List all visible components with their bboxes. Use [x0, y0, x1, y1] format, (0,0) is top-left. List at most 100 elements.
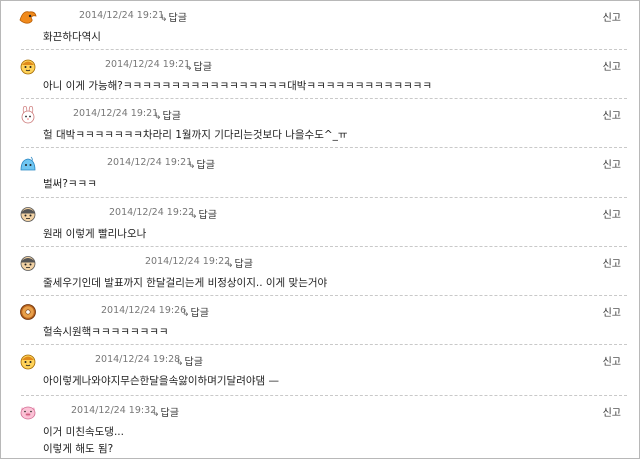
comment-meta: 2014/12/24 19:22 ↳답글 신고 [15, 204, 627, 222]
comment-date: 2014/12/24 19:22 [109, 207, 195, 218]
report-button[interactable]: 신고 [603, 206, 621, 221]
comment-item: 2014/12/24 19:21 ↳답글 신고 아니 이게 가능해?ㅋㅋㅋㅋㅋㅋ… [15, 56, 627, 99]
reply-button[interactable]: ↳답글 [185, 58, 212, 73]
ninja-face-icon [19, 205, 37, 223]
orange-phoenix-icon [19, 8, 37, 26]
reply-label: 답글 [160, 408, 179, 419]
comment-text: 헐속시원핵ㅋㅋㅋㅋㅋㅋㅋㅋ [43, 326, 169, 338]
divider [21, 49, 627, 50]
reply-label: 답글 [193, 62, 212, 73]
pink-pig-icon [19, 403, 37, 421]
report-button[interactable]: 신고 [603, 107, 621, 122]
divider [21, 246, 627, 247]
comment-item: 2014/12/24 19:32 ↳답글 신고 이거 미친속도댕... 이렇게 … [15, 402, 627, 458]
divider [21, 295, 627, 296]
comment-item: 2014/12/24 19:21 ↳답글 신고 헐 대박ㅋㅋㅋㅋㅋㅋㅋ차라리 1… [15, 105, 627, 148]
reply-arrow-icon: ↳ [190, 211, 198, 221]
comment-date: 2014/12/24 19:26 [101, 305, 187, 316]
comment-date: 2014/12/24 19:21 [107, 157, 193, 168]
divider [21, 147, 627, 148]
reply-button[interactable]: ↳답글 [226, 255, 253, 270]
reply-arrow-icon: ↳ [185, 63, 193, 73]
reply-button[interactable]: ↳답글 [176, 353, 203, 368]
reply-button[interactable]: ↳답글 [182, 304, 209, 319]
divider [21, 197, 627, 198]
ninja-face-icon [19, 254, 37, 272]
reply-label: 답글 [196, 160, 215, 171]
comment-list: 2014/12/24 19:21 ↳답글 신고 화끈하다역시 2014/12/2… [0, 0, 640, 459]
reply-label: 답글 [190, 308, 209, 319]
comment-meta: 2014/12/24 19:21 ↳답글 신고 [15, 154, 627, 172]
comment-item: 2014/12/24 19:22 ↳답글 신고 원래 이렇게 빨리나오나 [15, 204, 627, 247]
divider [21, 344, 627, 345]
comment-text: 헐 대박ㅋㅋㅋㅋㅋㅋㅋ차라리 1월까지 기다리는것보다 나을수도^_ㅠ [43, 129, 348, 141]
reply-label: 답글 [162, 111, 181, 122]
white-rabbit-icon [19, 105, 37, 124]
comment-date: 2014/12/24 19:21 [73, 108, 159, 119]
comment-body: 원래 이렇게 빨리나오나 [43, 226, 146, 243]
reply-button[interactable]: ↳답글 [190, 206, 217, 221]
comment-meta: 2014/12/24 19:28 ↳답글 신고 [15, 351, 627, 370]
reply-arrow-icon: ↳ [188, 161, 196, 171]
reply-button[interactable]: ↳답글 [160, 9, 187, 24]
reply-label: 답글 [184, 357, 203, 368]
comment-body: 헐 대박ㅋㅋㅋㅋㅋㅋㅋ차라리 1월까지 기다리는것보다 나을수도^_ㅠ [43, 127, 348, 144]
reply-arrow-icon: ↳ [154, 112, 162, 122]
comment-item: 2014/12/24 19:21 ↳답글 신고 벌써?ㅋㅋㅋ [15, 154, 627, 198]
comment-meta: 2014/12/24 19:21 ↳답글 신고 [15, 7, 627, 25]
reply-label: 답글 [198, 210, 217, 221]
report-button[interactable]: 신고 [603, 353, 621, 368]
comment-body: 이거 미친속도댕... 이렇게 해도 됨? [43, 424, 124, 458]
comment-meta: 2014/12/24 19:22 ↳답글 신고 [15, 253, 627, 271]
donut-icon [19, 303, 37, 321]
comment-item: 2014/12/24 19:28 ↳답글 신고 아이렇게나와야지무슨한달을속앓이… [15, 351, 627, 396]
report-button[interactable]: 신고 [603, 304, 621, 319]
reply-label: 답글 [168, 13, 187, 24]
comment-body: 벌써?ㅋㅋㅋ [43, 176, 97, 193]
comment-text: 아이렇게나와야지무슨한달을속앓이하며기달려야댐 — [43, 375, 280, 387]
comment-date: 2014/12/24 19:21 [79, 10, 165, 21]
reply-button[interactable]: ↳답글 [154, 107, 181, 122]
reply-arrow-icon: ↳ [152, 409, 160, 419]
reply-arrow-icon: ↳ [160, 14, 168, 24]
comment-text: 이렇게 해도 됨? [43, 443, 114, 455]
reply-arrow-icon: ↳ [226, 260, 234, 270]
comment-meta: 2014/12/24 19:26 ↳답글 신고 [15, 302, 627, 320]
comment-body: 아니 이게 가능해?ㅋㅋㅋㅋㅋㅋㅋㅋㅋㅋㅋㅋㅋㅋㅋㅋㅋ대박ㅋㅋㅋㅋㅋㅋㅋㅋㅋㅋㅋ… [43, 78, 432, 95]
reply-button[interactable]: ↳답글 [188, 156, 215, 171]
comment-text: 아니 이게 가능해?ㅋㅋㅋㅋㅋㅋㅋㅋㅋㅋㅋㅋㅋㅋㅋㅋㅋ대박ㅋㅋㅋㅋㅋㅋㅋㅋㅋㅋㅋ… [43, 80, 432, 92]
comment-text: 줄세우기인데 발표까지 한달걸리는게 비정상이지.. 이게 맞는거야 [43, 277, 328, 289]
comment-meta: 2014/12/24 19:32 ↳답글 신고 [15, 402, 627, 420]
report-button[interactable]: 신고 [603, 156, 621, 171]
comment-text: 이거 미친속도댕... [43, 426, 124, 438]
reply-label: 답글 [234, 259, 253, 270]
comment-meta: 2014/12/24 19:21 ↳답글 신고 [15, 105, 627, 124]
divider [21, 395, 627, 396]
comment-meta: 2014/12/24 19:21 ↳답글 신고 [15, 56, 627, 75]
yellow-face-icon [19, 352, 37, 370]
comment-date: 2014/12/24 19:32 [71, 405, 157, 416]
yellow-face-icon [19, 57, 37, 75]
comment-text: 원래 이렇게 빨리나오나 [43, 228, 147, 240]
divider [21, 98, 627, 99]
reply-button[interactable]: ↳답글 [152, 404, 179, 419]
report-button[interactable]: 신고 [603, 404, 621, 419]
reply-arrow-icon: ↳ [182, 309, 190, 319]
comment-body: 아이렇게나와야지무슨한달을속앓이하며기달려야댐 — [43, 373, 279, 390]
comment-date: 2014/12/24 19:22 [145, 256, 231, 267]
report-button[interactable]: 신고 [603, 255, 621, 270]
comment-item: 2014/12/24 19:26 ↳답글 신고 헐속시원핵ㅋㅋㅋㅋㅋㅋㅋㅋ [15, 302, 627, 345]
report-button[interactable]: 신고 [603, 9, 621, 24]
comment-text: 벌써?ㅋㅋㅋ [43, 178, 97, 190]
blue-slime-icon [19, 155, 37, 173]
comment-item: 2014/12/24 19:21 ↳답글 신고 화끈하다역시 [15, 7, 627, 50]
comment-item: 2014/12/24 19:22 ↳답글 신고 줄세우기인데 발표까지 한달걸리… [15, 253, 627, 296]
comment-body: 화끈하다역시 [43, 29, 101, 46]
reply-arrow-icon: ↳ [176, 358, 184, 368]
comment-body: 헐속시원핵ㅋㅋㅋㅋㅋㅋㅋㅋ [43, 324, 169, 341]
report-button[interactable]: 신고 [603, 58, 621, 73]
comment-date: 2014/12/24 19:21 [105, 59, 191, 70]
comment-body: 줄세우기인데 발표까지 한달걸리는게 비정상이지.. 이게 맞는거야 [43, 275, 327, 292]
comment-date: 2014/12/24 19:28 [95, 354, 181, 365]
comment-text: 화끈하다역시 [43, 31, 101, 43]
